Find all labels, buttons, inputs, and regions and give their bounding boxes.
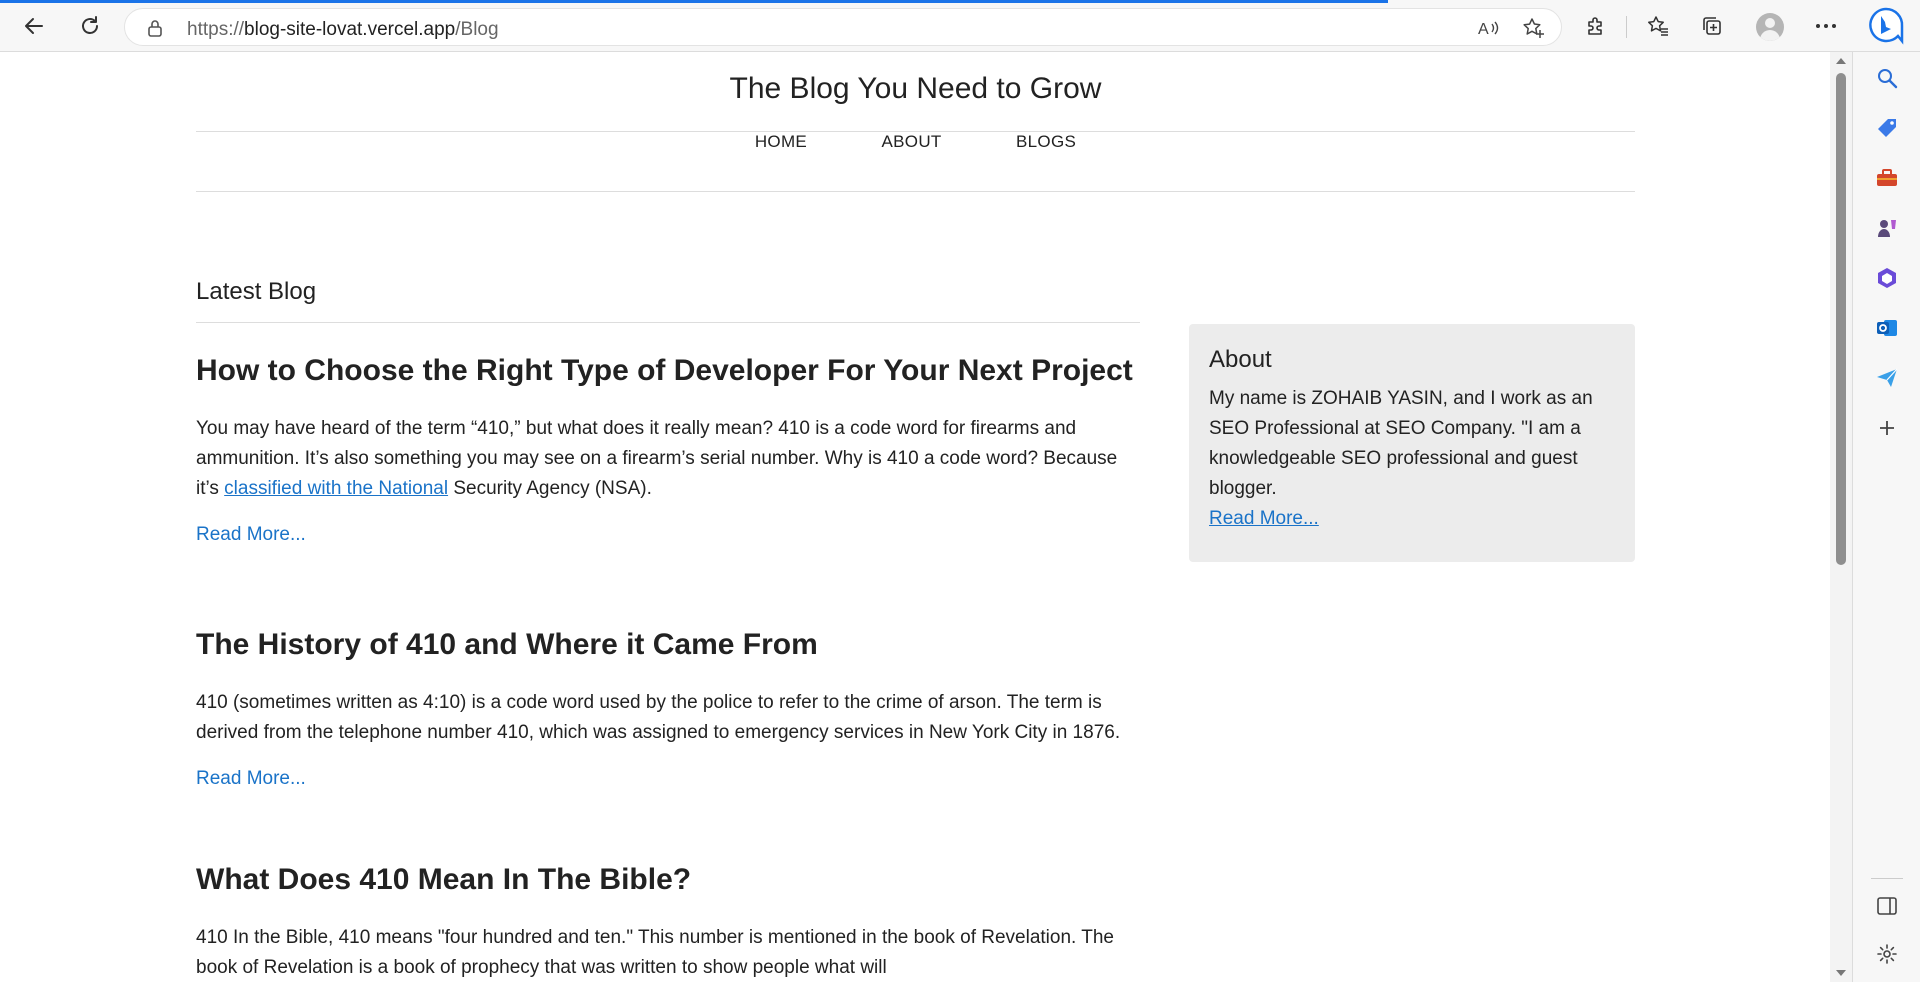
post-excerpt: You may have heard of the term “410,” bu…	[196, 414, 1140, 504]
about-text: My name is ZOHAIB YASIN, and I work as a…	[1209, 388, 1593, 499]
nav-blogs[interactable]: BLOGS	[1016, 132, 1076, 152]
back-arrow-icon	[25, 18, 43, 34]
browser-sidebar	[1852, 52, 1920, 982]
url-text[interactable]: https://blog-site-lovat.vercel.app/Blog	[187, 19, 499, 41]
site-title: The Blog You Need to Grow	[729, 72, 1102, 105]
scroll-down-arrow-icon[interactable]	[1834, 968, 1848, 978]
send-drop-icon[interactable]	[1873, 364, 1901, 392]
add-favorite-icon[interactable]	[1521, 16, 1545, 40]
url-prefix: https://	[187, 19, 245, 40]
settings-icon[interactable]	[1873, 940, 1901, 968]
url-host: blog-site-lovat.vercel.app	[244, 19, 456, 40]
web-page: The Blog You Need to Grow HOME ABOUT BLO…	[0, 52, 1830, 982]
read-more-link[interactable]: Read More...	[196, 524, 306, 546]
add-icon[interactable]	[1873, 414, 1901, 442]
toolbar-separator	[1626, 16, 1627, 38]
browser-toolbar: https://blog-site-lovat.vercel.app/Blog …	[0, 0, 1920, 52]
more-icon	[1816, 24, 1836, 28]
nav-bottom-divider	[196, 191, 1635, 192]
latest-blog-header: Latest Blog	[196, 278, 1140, 323]
collections-button[interactable]	[1694, 8, 1730, 44]
section-title: Latest Blog	[196, 278, 1140, 323]
profile-avatar[interactable]	[1756, 13, 1784, 41]
sidebar-toggle-icon[interactable]	[1873, 892, 1901, 920]
refresh-icon	[82, 16, 98, 34]
scrollbar-thumb[interactable]	[1836, 73, 1846, 565]
svg-text:A: A	[1478, 21, 1489, 38]
blog-post: The History of 410 and Where it Came Fro…	[196, 622, 1140, 790]
search-icon[interactable]	[1873, 64, 1901, 92]
blog-post: What Does 410 Mean In The Bible? 410 In …	[196, 857, 1140, 982]
url-path: /Blog	[455, 19, 499, 40]
read-more-link[interactable]: Read More...	[196, 768, 306, 790]
back-button[interactable]	[16, 8, 52, 44]
refresh-button[interactable]	[72, 8, 108, 44]
page-load-progress	[0, 0, 1388, 3]
scroll-up-arrow-icon[interactable]	[1834, 56, 1848, 66]
post-excerpt: 410 In the Bible, 410 means "four hundre…	[196, 927, 1114, 978]
collections-icon	[1703, 17, 1721, 35]
lock-icon[interactable]	[147, 19, 163, 42]
games-icon[interactable]	[1873, 214, 1901, 242]
inline-link[interactable]: classified with the National	[224, 478, 448, 499]
post-title[interactable]: What Does 410 Mean In The Bible?	[196, 857, 1140, 902]
more-button[interactable]	[1808, 8, 1844, 44]
favorites-icon	[1648, 16, 1668, 36]
bing-copilot-icon	[1869, 7, 1904, 45]
post-excerpt-text-end: Security Agency (NSA).	[448, 478, 652, 499]
nav-home[interactable]: HOME	[755, 132, 807, 152]
outlook-icon[interactable]	[1873, 314, 1901, 342]
office-icon[interactable]	[1873, 264, 1901, 292]
main-nav: HOME ABOUT BLOGS	[196, 132, 1635, 152]
post-excerpt: 410 (sometimes written as 4:10) is a cod…	[196, 692, 1121, 743]
post-title[interactable]: The History of 410 and Where it Came Fro…	[196, 622, 1140, 667]
post-title[interactable]: How to Choose the Right Type of Develope…	[196, 348, 1140, 393]
address-bar[interactable]: https://blog-site-lovat.vercel.app/Blog …	[124, 8, 1562, 46]
read-aloud-icon[interactable]: A	[1477, 16, 1501, 40]
about-widget: About My name is ZOHAIB YASIN, and I wor…	[1189, 324, 1635, 562]
about-read-more-link[interactable]: Read More...	[1209, 508, 1319, 529]
nav-about[interactable]: ABOUT	[882, 132, 942, 152]
sidebar-divider	[1871, 878, 1903, 879]
extensions-button[interactable]	[1578, 8, 1614, 44]
bing-copilot-button[interactable]	[1866, 6, 1906, 46]
extensions-icon	[1588, 17, 1602, 35]
favorites-button[interactable]	[1640, 8, 1676, 44]
shopping-tag-icon[interactable]	[1873, 114, 1901, 142]
tools-briefcase-icon[interactable]	[1873, 164, 1901, 192]
blog-post: How to Choose the Right Type of Develope…	[196, 348, 1140, 546]
about-title: About	[1209, 346, 1272, 373]
